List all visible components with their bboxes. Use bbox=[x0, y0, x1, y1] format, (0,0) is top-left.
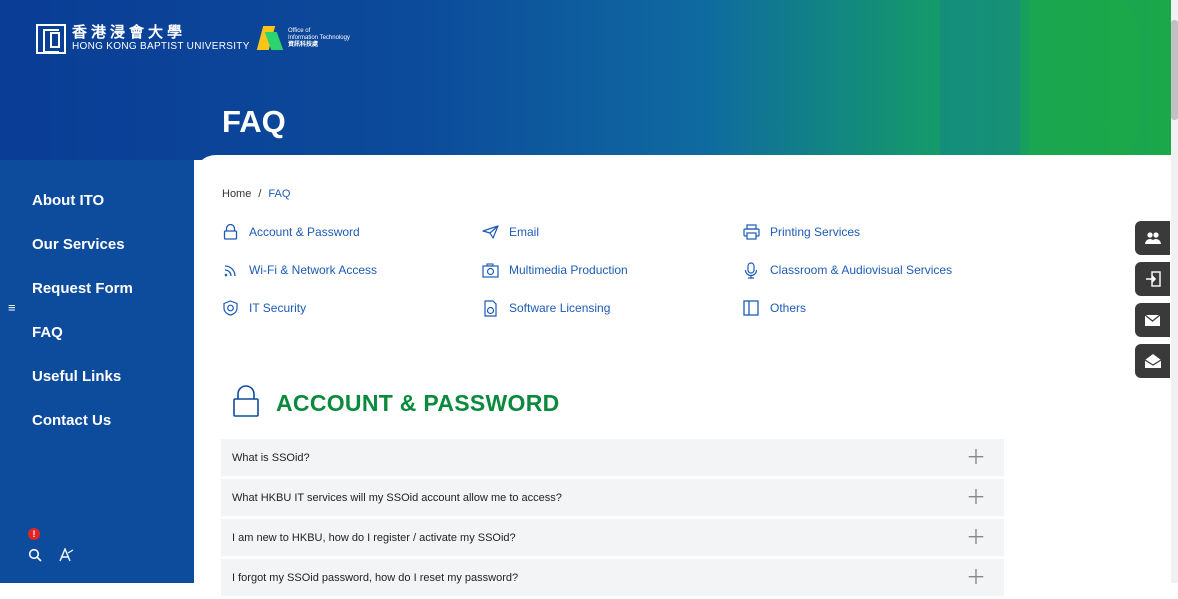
expand-plus-icon[interactable]: ＋ bbox=[966, 448, 986, 468]
shield-icon bbox=[221, 299, 239, 317]
header-banner: 香港浸會大學 HONG KONG BAPTIST UNIVERSITY Offi… bbox=[0, 0, 1171, 160]
category-others[interactable]: Others bbox=[742, 299, 806, 317]
expand-plus-icon[interactable]: ＋ bbox=[966, 488, 986, 508]
category-label: Others bbox=[770, 301, 807, 315]
category-label: Software Licensing bbox=[509, 301, 611, 315]
expand-plus-icon[interactable]: ＋ bbox=[966, 528, 986, 548]
sidebar-nav: About ITO Our Services Request Form FAQ … bbox=[32, 188, 133, 452]
ito-line2: Information Technology bbox=[288, 34, 350, 41]
breadcrumb-home[interactable]: Home bbox=[222, 188, 251, 200]
category-printing-services[interactable]: Printing Services bbox=[742, 223, 860, 241]
page-scrollbar[interactable] bbox=[1171, 0, 1178, 583]
faq-question: What HKBU IT services will my SSOid acco… bbox=[232, 491, 562, 504]
univ-name-en: HONG KONG BAPTIST UNIVERSITY bbox=[72, 41, 250, 52]
sidebar-item-request-form[interactable]: Request Form bbox=[32, 276, 133, 320]
faq-list: What is SSOid? ＋ What HKBU IT services w… bbox=[221, 439, 1004, 599]
page-title: FAQ bbox=[222, 104, 286, 139]
category-label: Account & Password bbox=[249, 225, 360, 239]
main-content: Home / FAQ Account & Password Email Printi… bbox=[194, 155, 1171, 596]
ito-mark-icon bbox=[256, 26, 284, 50]
sidebar-item-faq[interactable]: FAQ bbox=[32, 320, 133, 364]
users-icon bbox=[1144, 232, 1161, 244]
scrollbar-thumb[interactable] bbox=[1171, 20, 1178, 120]
ito-name-zh: 資訊科技處 bbox=[288, 41, 319, 48]
wifi-icon bbox=[221, 261, 239, 279]
faq-item[interactable]: What HKBU IT services will my SSOid acco… bbox=[221, 479, 1004, 516]
section-header: ACCOUNT & PASSWORD bbox=[232, 385, 560, 422]
faq-question: I am new to HKBU, how do I register / ac… bbox=[232, 531, 516, 544]
envelope-icon bbox=[1144, 313, 1161, 326]
microphone-icon bbox=[742, 261, 760, 279]
document-icon bbox=[481, 299, 499, 317]
section-title: ACCOUNT & PASSWORD bbox=[276, 390, 560, 416]
univ-name-zh: 香港浸會大學 bbox=[72, 24, 187, 41]
faq-item[interactable]: I forgot my SSOid password, how do I res… bbox=[221, 559, 1004, 596]
printer-icon bbox=[742, 223, 760, 241]
category-label: IT Security bbox=[249, 301, 307, 315]
sign-in-icon bbox=[1145, 271, 1161, 287]
floating-action-bar bbox=[1135, 221, 1170, 378]
category-account-password[interactable]: Account & Password bbox=[221, 223, 360, 241]
alert-badge[interactable]: ! bbox=[28, 528, 40, 540]
font-size-icon[interactable] bbox=[58, 547, 74, 566]
sidebar-tools bbox=[28, 547, 74, 566]
category-label: Classroom & Audiovisual Services bbox=[770, 263, 953, 277]
search-icon[interactable] bbox=[28, 548, 42, 566]
category-email[interactable]: Email bbox=[481, 223, 539, 241]
open-envelope-icon bbox=[1144, 354, 1161, 368]
camera-icon bbox=[481, 261, 499, 279]
banner-decoration-b bbox=[1030, 0, 1140, 160]
sidebar: About ITO Our Services Request Form FAQ … bbox=[0, 160, 194, 583]
category-wifi-network[interactable]: Wi-Fi & Network Access bbox=[221, 261, 377, 279]
category-it-security[interactable]: IT Security bbox=[221, 299, 306, 317]
category-label: Email bbox=[509, 225, 540, 239]
ito-line1: Office of bbox=[288, 27, 311, 34]
lock-icon bbox=[232, 385, 260, 422]
category-classroom-av[interactable]: Classroom & Audiovisual Services bbox=[742, 261, 952, 279]
faq-item[interactable]: I am new to HKBU, how do I register / ac… bbox=[221, 519, 1004, 556]
hkbu-wordmark: 香港浸會大學 HONG KONG BAPTIST UNIVERSITY bbox=[72, 25, 250, 53]
lock-icon bbox=[221, 223, 239, 241]
mail-button[interactable] bbox=[1135, 303, 1170, 337]
expand-plus-icon[interactable]: ＋ bbox=[966, 568, 986, 588]
sidebar-toggle-icon[interactable]: ≡ bbox=[8, 300, 16, 315]
breadcrumb-current[interactable]: FAQ bbox=[268, 188, 290, 200]
category-software-licensing[interactable]: Software Licensing bbox=[481, 299, 610, 317]
sidebar-item-about-ito[interactable]: About ITO bbox=[32, 188, 133, 232]
category-label: Multimedia Production bbox=[509, 263, 628, 277]
hkbu-logo[interactable]: 香港浸會大學 HONG KONG BAPTIST UNIVERSITY bbox=[36, 24, 250, 54]
category-label: Wi-Fi & Network Access bbox=[249, 263, 378, 277]
category-multimedia-production[interactable]: Multimedia Production bbox=[481, 261, 628, 279]
breadcrumb-separator: / bbox=[258, 188, 262, 200]
banner-decoration bbox=[940, 0, 1020, 160]
category-label: Printing Services bbox=[770, 225, 861, 239]
sidebar-item-our-services[interactable]: Our Services bbox=[32, 232, 133, 276]
ito-wordmark: Office of Information Technology 資訊科技處 bbox=[288, 28, 350, 49]
sidebar-item-contact-us[interactable]: Contact Us bbox=[32, 408, 133, 452]
faq-item[interactable]: What is SSOid? ＋ bbox=[221, 439, 1004, 476]
breadcrumb: Home / FAQ bbox=[222, 188, 290, 200]
faq-question: What is SSOid? bbox=[232, 451, 310, 464]
sidebar-item-useful-links[interactable]: Useful Links bbox=[32, 364, 133, 408]
hkbu-emblem-icon bbox=[36, 24, 66, 54]
paper-plane-icon bbox=[481, 223, 499, 241]
users-button[interactable] bbox=[1135, 221, 1170, 255]
login-button[interactable] bbox=[1135, 262, 1170, 296]
faq-question: I forgot my SSOid password, how do I res… bbox=[232, 571, 519, 584]
ito-logo[interactable]: Office of Information Technology 資訊科技處 bbox=[256, 26, 350, 50]
open-mail-button[interactable] bbox=[1135, 344, 1170, 378]
book-icon bbox=[742, 299, 760, 317]
